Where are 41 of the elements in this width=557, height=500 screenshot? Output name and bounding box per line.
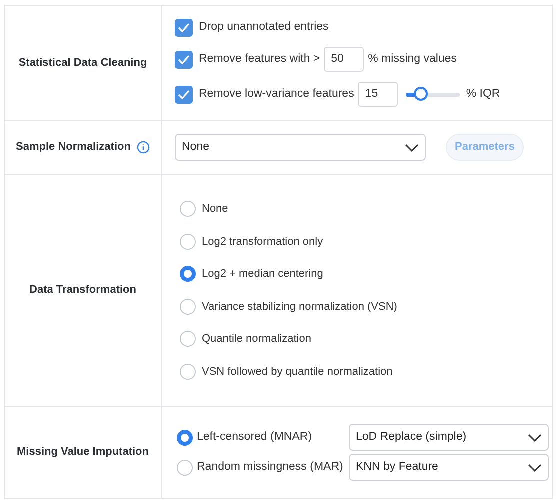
radio-button[interactable] [180,298,196,315]
option-label: Log2 transformation only [202,234,324,250]
checkmark-icon [178,90,190,100]
radio-button[interactable] [177,460,193,476]
section-label: Statistical Data Cleaning [18,56,148,71]
radio-button[interactable] [180,266,196,282]
option-label: % IQR [466,86,500,102]
option-label: Random missingness (MAR) [197,460,344,475]
checkbox[interactable] [175,86,193,104]
option-label: None [202,202,228,217]
section-label: Missing Value Imputation [16,445,150,460]
number-field[interactable]: 15 [358,82,398,107]
option-label: Remove low-variance features [199,86,354,102]
checkmark-icon [178,54,190,64]
number-field[interactable]: 50 [324,47,364,72]
radio-button[interactable] [180,364,196,380]
radio-button[interactable] [180,331,196,348]
option-label: Quantile normalization [202,332,312,347]
radio-button[interactable] [180,234,196,250]
option-label: Log2 + median centering [202,267,324,282]
radio-button[interactable] [180,201,196,218]
info-icon[interactable] [136,141,150,154]
checkmark-icon [178,23,190,33]
radio-button[interactable] [177,430,193,446]
chevron-down-icon [405,144,419,152]
option-label: VSN followed by quantile normalization [202,364,393,380]
option-label: Remove features with > [199,52,320,67]
chevron-down-icon [528,464,542,472]
section-label: Sample Normalization [16,140,131,156]
option-label: % missing values [368,52,457,67]
chevron-down-icon [528,434,542,442]
section-label: Data Transformation [30,283,136,298]
dropdown[interactable]: LoD Replace (simple) [349,424,549,451]
option-label: Left-censored (MNAR) [197,430,314,445]
option-label: Variance stabilizing normalization (VSN) [202,300,398,314]
checkbox[interactable] [175,19,193,37]
dropdown[interactable]: None [175,134,426,161]
dropdown[interactable]: KNN by Feature [349,454,549,481]
slider-thumb[interactable] [414,86,428,100]
checkbox[interactable] [175,50,193,68]
option-label: Drop unannotated entries [199,20,329,36]
